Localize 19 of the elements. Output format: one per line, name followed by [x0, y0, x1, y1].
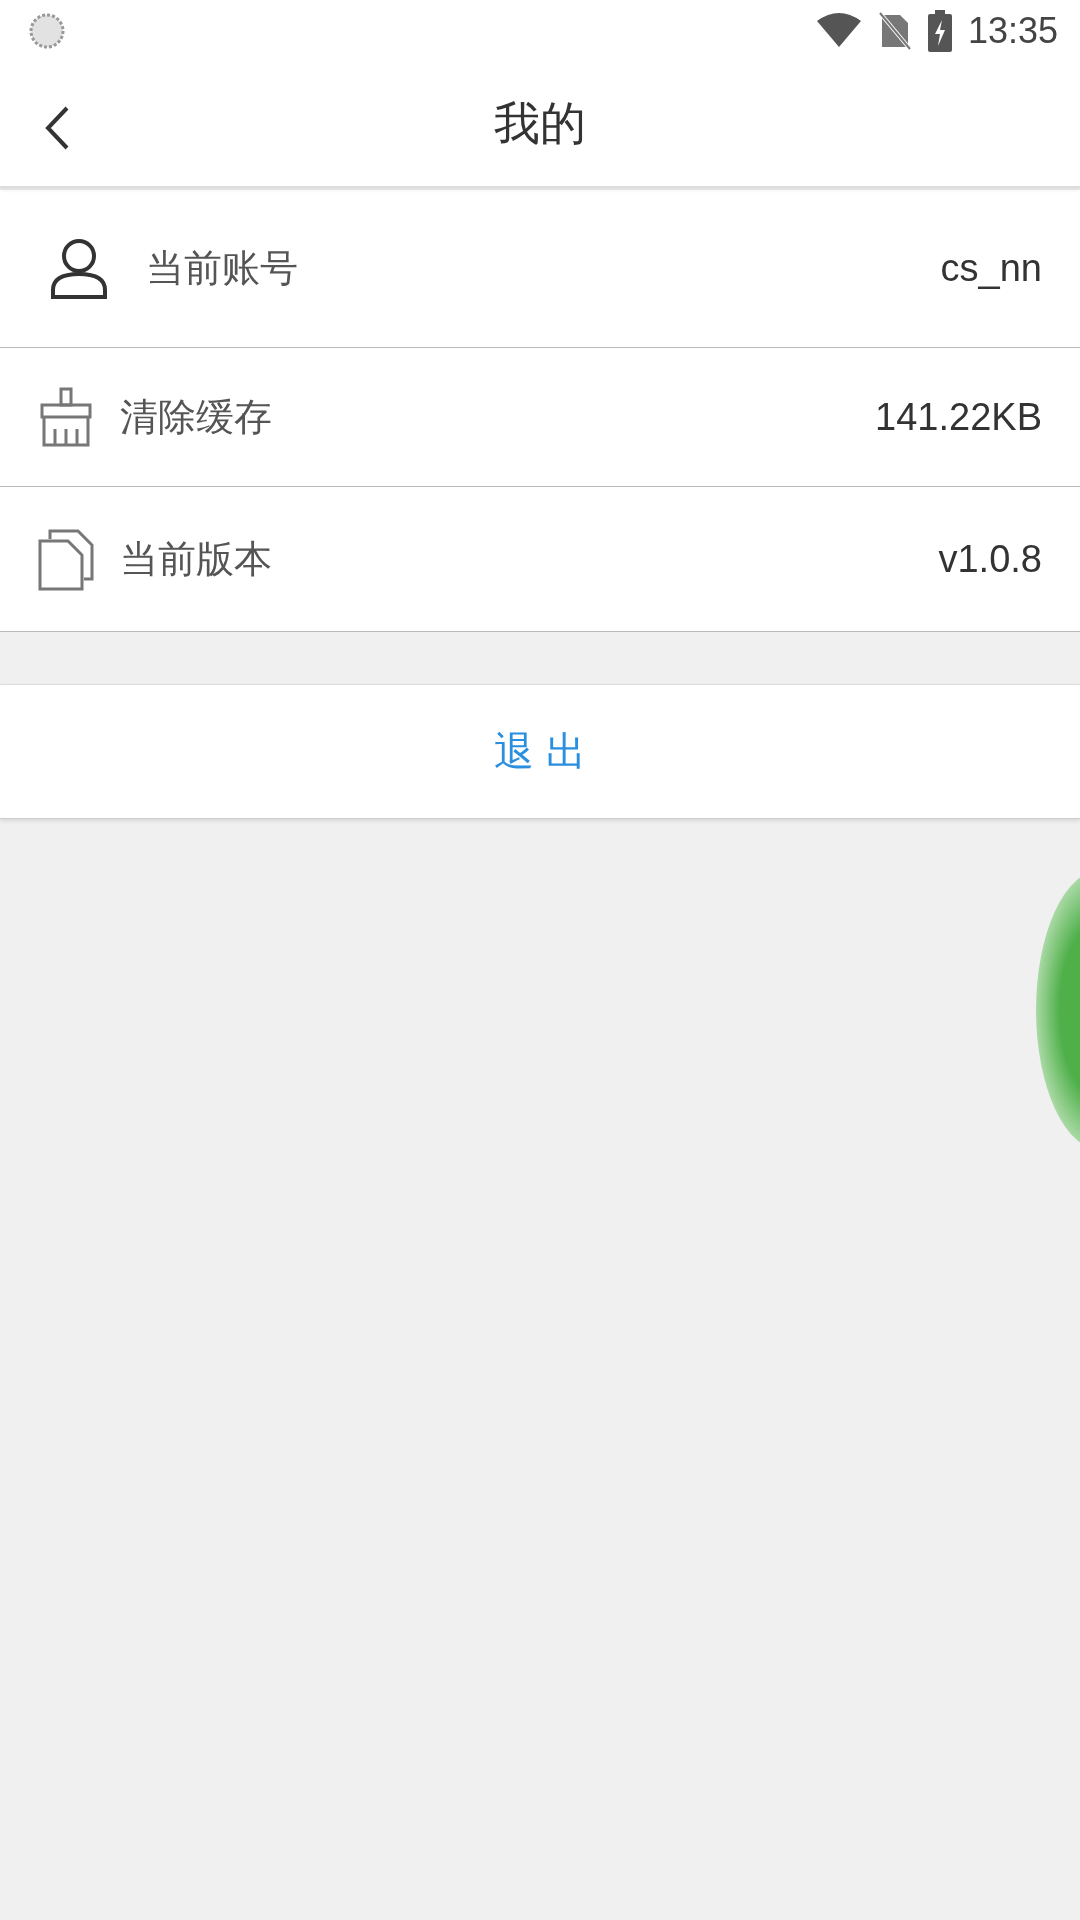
battery-icon	[927, 10, 952, 52]
status-time: 13:35	[967, 10, 1058, 52]
settings-row[interactable]: 当前版本 v1.0.8	[0, 487, 1080, 632]
loading-icon	[27, 11, 67, 51]
wifi-icon	[815, 13, 862, 49]
settings-row[interactable]: 清除缓存 141.22KB	[0, 348, 1080, 487]
row-label: 当前版本	[120, 535, 272, 583]
back-icon	[44, 106, 70, 150]
no-sim-icon	[877, 11, 912, 51]
row-value: 141.22KB	[875, 395, 1042, 439]
row-label: 当前账号	[146, 245, 298, 292]
row-value: v1.0.8	[938, 537, 1042, 581]
person-icon	[50, 237, 108, 300]
page-title: 我的	[494, 95, 586, 152]
row-value: cs_nn	[940, 247, 1042, 290]
settings-row[interactable]: 当前账号 cs_nn	[0, 190, 1080, 348]
documents-icon	[38, 527, 94, 591]
broom-icon	[38, 387, 94, 447]
row-label: 清除缓存	[120, 393, 272, 441]
